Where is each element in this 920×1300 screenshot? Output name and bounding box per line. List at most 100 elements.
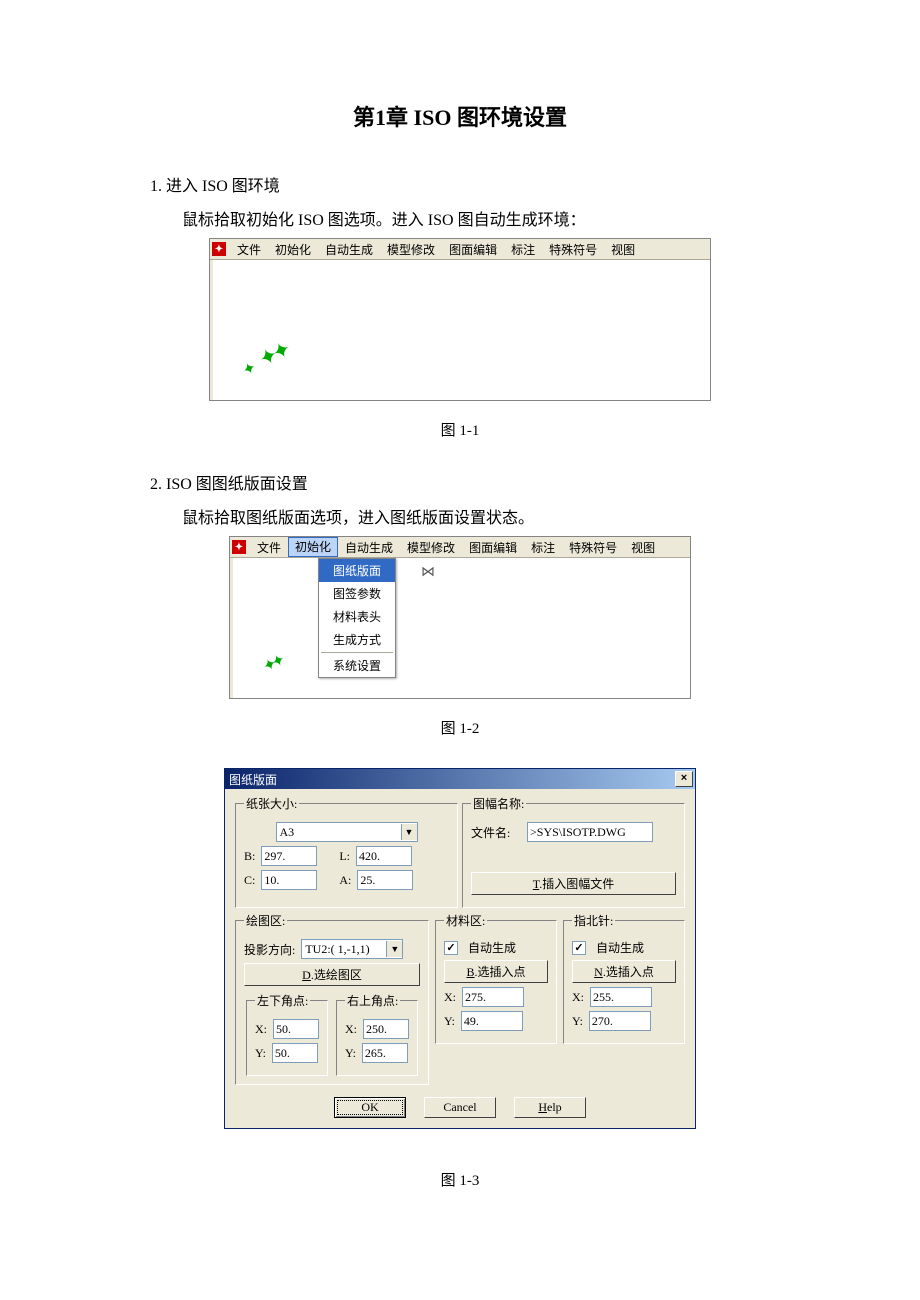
- menu2-view[interactable]: 视图: [624, 539, 662, 556]
- close-icon[interactable]: ×: [675, 771, 693, 787]
- figure-2-caption: 图 1-2: [150, 717, 770, 738]
- menu2-edit[interactable]: 图面编辑: [462, 539, 524, 556]
- menubar: ✦ 文件 初始化 自动生成 模型修改 图面编辑 标注 特殊符号 视图: [210, 239, 710, 260]
- menu-edit[interactable]: 图面编辑: [442, 241, 504, 258]
- dd-paper-layout[interactable]: 图纸版面: [319, 559, 395, 582]
- label-northy: Y:: [572, 1014, 583, 1029]
- drawing-canvas-2: ⋈ 图纸版面 图签参数 材料表头 生成方式 系统设置 ✦✦: [230, 558, 690, 698]
- input-filename[interactable]: [527, 822, 653, 842]
- input-northx[interactable]: [590, 987, 652, 1007]
- chapter-title: 第1章 ISO 图环境设置: [150, 100, 770, 132]
- checkbox-north-auto[interactable]: ✓: [572, 941, 586, 955]
- menu-annot[interactable]: 标注: [504, 241, 542, 258]
- ll-group: 左下角点: X: Y:: [246, 992, 328, 1076]
- drawing-canvas: ✦✦ ✦: [210, 260, 710, 400]
- label-filename: 文件名:: [471, 824, 521, 841]
- chevron-down-icon[interactable]: ▼: [401, 824, 417, 840]
- label-matx: X:: [444, 990, 456, 1005]
- label-northx: X:: [572, 990, 584, 1005]
- input-matx[interactable]: [462, 987, 524, 1007]
- checkbox-mat-auto[interactable]: ✓: [444, 941, 458, 955]
- north-arrow-group: 指北针: ✓ 自动生成 N.选插入点 X: Y:: [563, 912, 685, 1044]
- input-a[interactable]: [357, 870, 413, 890]
- menu2-init[interactable]: 初始化: [288, 537, 338, 557]
- dd-system-settings[interactable]: 系统设置: [319, 654, 395, 677]
- label-urx: X:: [345, 1022, 357, 1037]
- figure-3-caption: 图 1-3: [150, 1169, 770, 1190]
- paper-size-combo[interactable]: A3 ▼: [276, 822, 418, 842]
- input-ury[interactable]: [362, 1043, 408, 1063]
- proj-value: TU2:( 1,-1,1): [302, 942, 386, 957]
- menu-autogen[interactable]: 自动生成: [318, 241, 380, 258]
- material-legend: 材料区:: [444, 912, 487, 929]
- bowtie-icon: ⋈: [421, 564, 435, 581]
- input-c[interactable]: [261, 870, 317, 890]
- draw-area-legend: 绘图区:: [244, 912, 287, 929]
- app-icon: ✦: [212, 242, 226, 256]
- section-1-heading: 1. 进入 ISO 图环境: [150, 172, 770, 196]
- menu2-symbol[interactable]: 特殊符号: [562, 539, 624, 556]
- ok-button[interactable]: OK: [334, 1097, 406, 1118]
- frame-name-legend: 图幅名称:: [471, 795, 526, 812]
- insert-frame-button[interactable]: TT.插入图幅文件.插入图幅文件: [471, 872, 676, 895]
- north-insert-button[interactable]: N.选插入点: [572, 960, 676, 983]
- dialog-title: 图纸版面: [229, 771, 277, 788]
- dd-gen-mode[interactable]: 生成方式: [319, 628, 395, 651]
- menu-init[interactable]: 初始化: [268, 241, 318, 258]
- menu-model[interactable]: 模型修改: [380, 241, 442, 258]
- input-l[interactable]: [356, 846, 412, 866]
- menu-view[interactable]: 视图: [604, 241, 642, 258]
- label-proj: 投影方向:: [244, 941, 295, 958]
- input-northy[interactable]: [589, 1011, 651, 1031]
- menubar-2: ✦ 文件 初始化 自动生成 模型修改 图面编辑 标注 特殊符号 视图: [230, 537, 690, 558]
- section-2-heading: 2. ISO 图图纸版面设置: [150, 470, 770, 494]
- north-legend: 指北针:: [572, 912, 615, 929]
- proj-combo[interactable]: TU2:( 1,-1,1) ▼: [301, 939, 403, 959]
- draw-area-group: 绘图区: 投影方向: TU2:( 1,-1,1) ▼ D.选绘图区 左下角点: …: [235, 912, 429, 1085]
- mat-insert-button[interactable]: B.选插入点: [444, 960, 548, 983]
- label-maty: Y:: [444, 1014, 455, 1029]
- paper-size-group: 纸张大小: A3 ▼ B: L:: [235, 795, 458, 908]
- label-b: B:: [244, 849, 255, 864]
- label-ury: Y:: [345, 1046, 356, 1061]
- figure-1-caption: 图 1-1: [150, 419, 770, 440]
- input-llx[interactable]: [273, 1019, 319, 1039]
- chevron-down-icon-2[interactable]: ▼: [386, 941, 402, 957]
- section-1-body: 鼠标拾取初始化 ISO 图选项。进入 ISO 图自动生成环境：: [150, 206, 770, 230]
- cancel-button[interactable]: Cancel: [424, 1097, 496, 1118]
- input-maty[interactable]: [461, 1011, 523, 1031]
- label-mat-auto: 自动生成: [468, 939, 516, 956]
- label-a: A:: [339, 873, 351, 888]
- ur-legend: 右上角点:: [345, 992, 400, 1009]
- frame-name-group: 图幅名称: 文件名: TT.插入图幅文件.插入图幅文件: [462, 795, 685, 908]
- input-urx[interactable]: [363, 1019, 409, 1039]
- menu-file[interactable]: 文件: [230, 241, 268, 258]
- dd-title-params[interactable]: 图签参数: [319, 582, 395, 605]
- app-icon-2: ✦: [232, 540, 246, 554]
- dd-material-header[interactable]: 材料表头: [319, 605, 395, 628]
- label-llx: X:: [255, 1022, 267, 1037]
- paper-size-legend: 纸张大小:: [244, 795, 299, 812]
- menu2-model[interactable]: 模型修改: [400, 539, 462, 556]
- ucs-icon-3: ✦✦: [260, 651, 286, 677]
- label-north-auto: 自动生成: [596, 939, 644, 956]
- label-l: L:: [339, 849, 350, 864]
- menu-symbol[interactable]: 特殊符号: [542, 241, 604, 258]
- menu2-autogen[interactable]: 自动生成: [338, 539, 400, 556]
- input-b[interactable]: [261, 846, 317, 866]
- select-draw-area-button[interactable]: D.选绘图区: [244, 963, 420, 986]
- ucs-icon-2: ✦: [239, 359, 256, 381]
- dialog-titlebar: 图纸版面 ×: [225, 769, 695, 789]
- menu2-annot[interactable]: 标注: [524, 539, 562, 556]
- input-lly[interactable]: [272, 1043, 318, 1063]
- paper-size-value: A3: [277, 825, 401, 840]
- dd-separator: [321, 652, 393, 653]
- ur-group: 右上角点: X: Y:: [336, 992, 418, 1076]
- ll-legend: 左下角点:: [255, 992, 310, 1009]
- screenshot-1: ✦ 文件 初始化 自动生成 模型修改 图面编辑 标注 特殊符号 视图 ✦✦ ✦: [209, 238, 711, 401]
- section-2-body: 鼠标拾取图纸版面选项，进入图纸版面设置状态。: [150, 504, 770, 528]
- paper-layout-dialog: 图纸版面 × 纸张大小: A3 ▼ B:: [224, 768, 696, 1129]
- help-button[interactable]: Help: [514, 1097, 586, 1118]
- material-area-group: 材料区: ✓ 自动生成 B.选插入点 X: Y:: [435, 912, 557, 1044]
- menu2-file[interactable]: 文件: [250, 539, 288, 556]
